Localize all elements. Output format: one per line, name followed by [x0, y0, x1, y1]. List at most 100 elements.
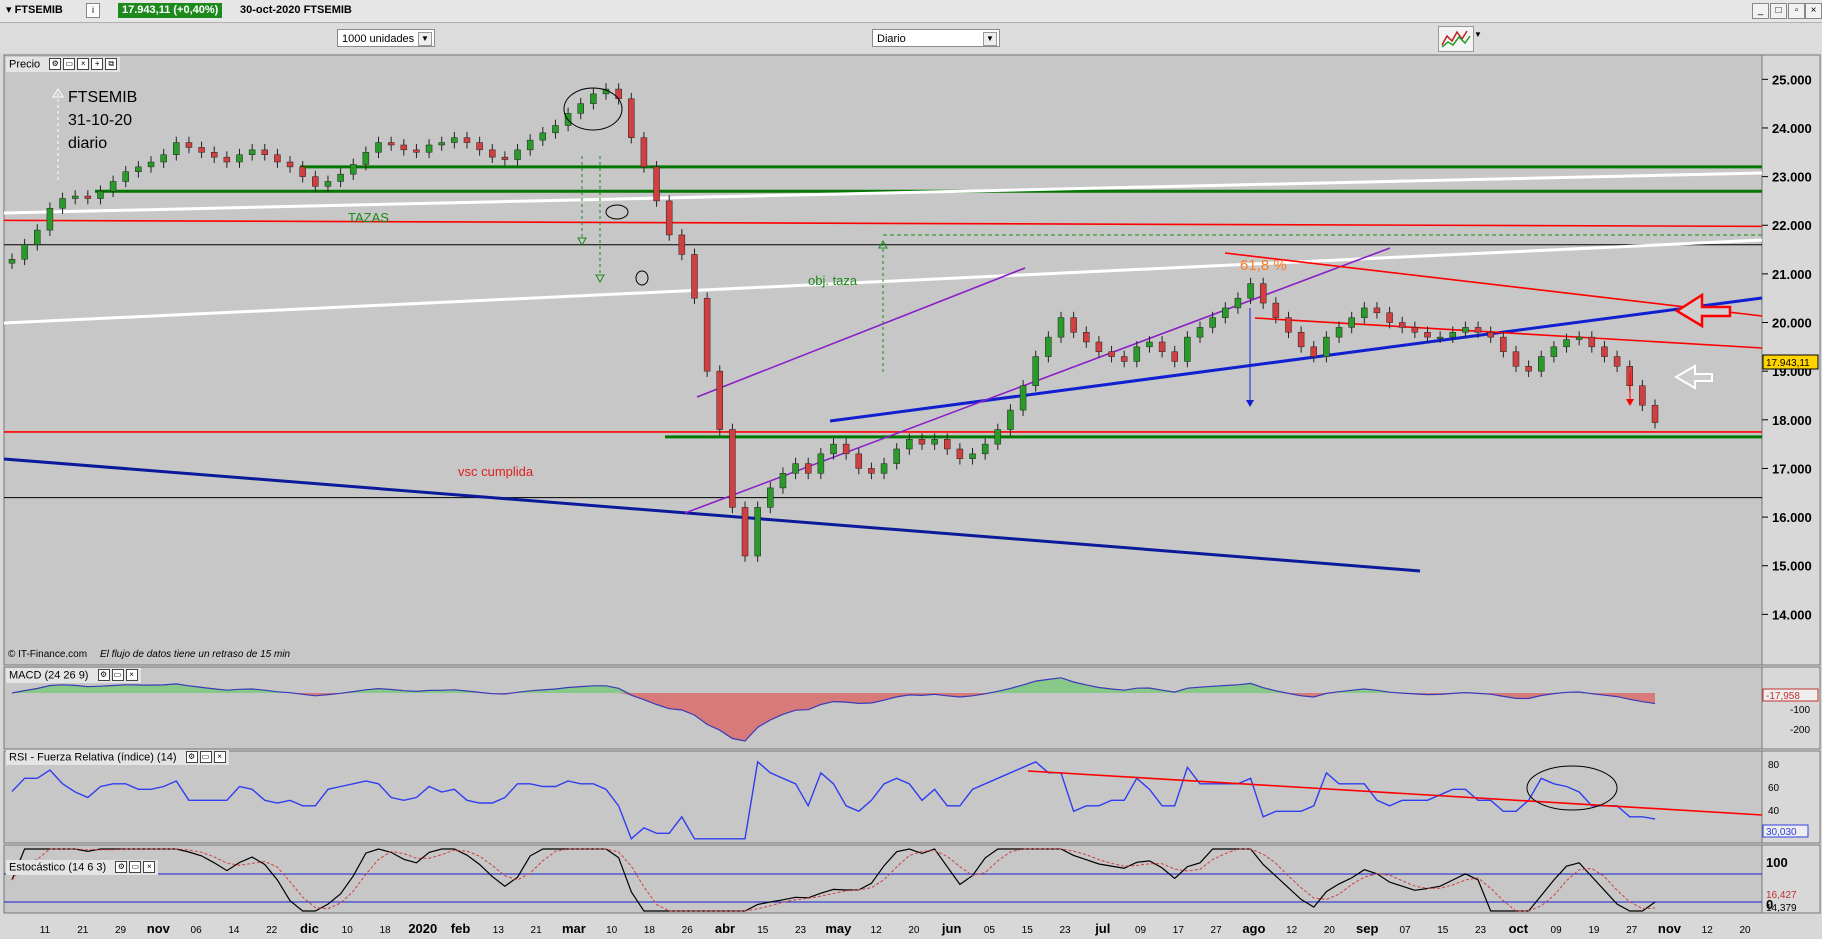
x-tick-label: 19 — [1588, 925, 1600, 936]
candle-body — [198, 147, 205, 153]
wrench-icon[interactable]: ⚙ — [115, 861, 128, 874]
candle-body — [375, 142, 382, 153]
candle-body — [1209, 317, 1216, 328]
candle-body — [236, 154, 243, 163]
x-tick-label: sep — [1356, 921, 1378, 936]
stoch-panel-title: Estocástico (14 6 3) — [9, 861, 107, 874]
minimize-icon[interactable]: _ — [1752, 3, 1769, 19]
window-icon[interactable]: ▭ — [199, 751, 212, 764]
close-icon[interactable]: × — [143, 861, 156, 874]
candle-body — [514, 149, 521, 160]
add-icon[interactable]: + — [91, 58, 104, 71]
x-tick-label: 05 — [984, 925, 996, 936]
info-icon[interactable]: i — [86, 3, 100, 18]
wrench-icon[interactable]: ⚙ — [185, 751, 198, 764]
candle-body — [160, 154, 167, 163]
chevron-down-icon[interactable]: ▼ — [418, 32, 432, 46]
candle-body — [147, 161, 155, 168]
candle-body — [46, 207, 54, 231]
candle-body — [1601, 346, 1608, 357]
macd-tick: -100 — [1790, 705, 1810, 716]
candle-body — [1285, 317, 1292, 333]
x-tick-label: 29 — [115, 925, 127, 936]
chevron-down-icon[interactable]: ▼ — [1474, 30, 1482, 39]
x-tick-label: mar — [562, 921, 586, 936]
date-symbol: 30-oct-2020 FTSEMIB — [240, 4, 352, 16]
candle-body — [1057, 317, 1065, 338]
window-icon[interactable]: ▭ — [129, 861, 142, 874]
candle-body — [21, 244, 28, 260]
last-price-value: 17.943,11 — [1766, 358, 1810, 369]
x-tick-label: 13 — [493, 925, 505, 936]
candle-body — [1500, 336, 1507, 352]
x-tick-label: 26 — [682, 925, 694, 936]
close-icon[interactable]: × — [213, 751, 226, 764]
candle-body — [1588, 336, 1596, 348]
candle-body — [716, 370, 724, 430]
candle-body — [994, 429, 1002, 445]
candle-body — [1019, 385, 1027, 411]
candle-body — [969, 453, 976, 459]
candle-body — [1474, 327, 1482, 333]
units-select[interactable]: 1000 unidades ▼ — [337, 29, 435, 47]
stoch-last-value-2: 14,379 — [1766, 903, 1797, 914]
y-tick-label: 17.000 — [1772, 461, 1812, 476]
candle-body — [1449, 331, 1457, 338]
price-panel-title: Precio — [9, 58, 41, 71]
candle-body — [1512, 351, 1520, 367]
candle-body — [1158, 341, 1166, 352]
candle-body — [1171, 351, 1178, 362]
close-icon[interactable]: × — [125, 669, 138, 682]
candle-body — [1386, 312, 1393, 323]
candle-body — [1373, 307, 1381, 314]
candle-body — [539, 132, 547, 141]
x-tick-label: 09 — [1135, 925, 1147, 936]
candle-body — [463, 137, 471, 143]
close-icon[interactable]: × — [77, 58, 90, 71]
candle-body — [1259, 283, 1267, 304]
window-icon[interactable]: ▭ — [63, 58, 76, 71]
candle-body — [804, 463, 812, 474]
macd-panel-label: MACD (24 26 9) ⚙ ▭ × — [6, 668, 141, 683]
x-tick-label: 20 — [1739, 925, 1751, 936]
candle-body — [59, 198, 66, 209]
period-select[interactable]: Diario ▼ — [872, 29, 1000, 47]
candle-body — [628, 98, 635, 138]
candle-body — [501, 156, 509, 160]
candle-body — [261, 149, 269, 155]
window-icon[interactable]: ▭ — [111, 669, 124, 682]
y-tick-label: 20.000 — [1772, 316, 1812, 331]
x-tick-label: 10 — [342, 925, 354, 936]
title-bar: ▾ FTSEMIB i 17.943,11 (+0,40%) 30-oct-20… — [0, 0, 1822, 23]
x-tick-label: 07 — [1399, 925, 1411, 936]
chevron-down-icon[interactable]: ▼ — [983, 32, 997, 46]
candle-body — [248, 149, 256, 155]
candle-body — [71, 195, 79, 199]
y-tick-label: 16.000 — [1772, 510, 1812, 525]
label-tazas: TAZAS — [348, 210, 389, 225]
copy-icon[interactable]: ⧉ — [105, 58, 118, 71]
candle-body — [451, 137, 458, 143]
candle-body — [1007, 409, 1014, 430]
candle-body — [349, 164, 357, 175]
restore-icon[interactable]: ▫ — [1788, 3, 1805, 19]
stoch-panel-label: Estocástico (14 6 3) ⚙ ▭ × — [6, 860, 159, 875]
wrench-icon[interactable]: ⚙ — [49, 58, 62, 71]
x-tick-label: 27 — [1211, 925, 1223, 936]
symbol-menu[interactable]: ▾ FTSEMIB — [6, 3, 63, 18]
maximize-icon[interactable]: □ — [1770, 3, 1787, 19]
wrench-icon[interactable]: ⚙ — [97, 669, 110, 682]
chart-area[interactable]: 25.00024.00023.00022.00021.00020.00019.0… — [0, 53, 1822, 939]
candle-body — [1323, 336, 1330, 357]
candle-body — [1487, 331, 1494, 338]
stoch-panel-bg — [3, 844, 1763, 914]
candle-body — [1361, 307, 1368, 318]
candle-body — [981, 443, 989, 455]
macd-last-value: -17,958 — [1766, 691, 1800, 702]
rsi-tick: 60 — [1768, 783, 1780, 794]
candle-body — [1411, 327, 1419, 333]
candle-body — [640, 137, 648, 168]
chart-type-icon[interactable] — [1438, 26, 1474, 52]
close-icon[interactable]: × — [1805, 3, 1822, 19]
x-tick-label: 15 — [1022, 925, 1034, 936]
